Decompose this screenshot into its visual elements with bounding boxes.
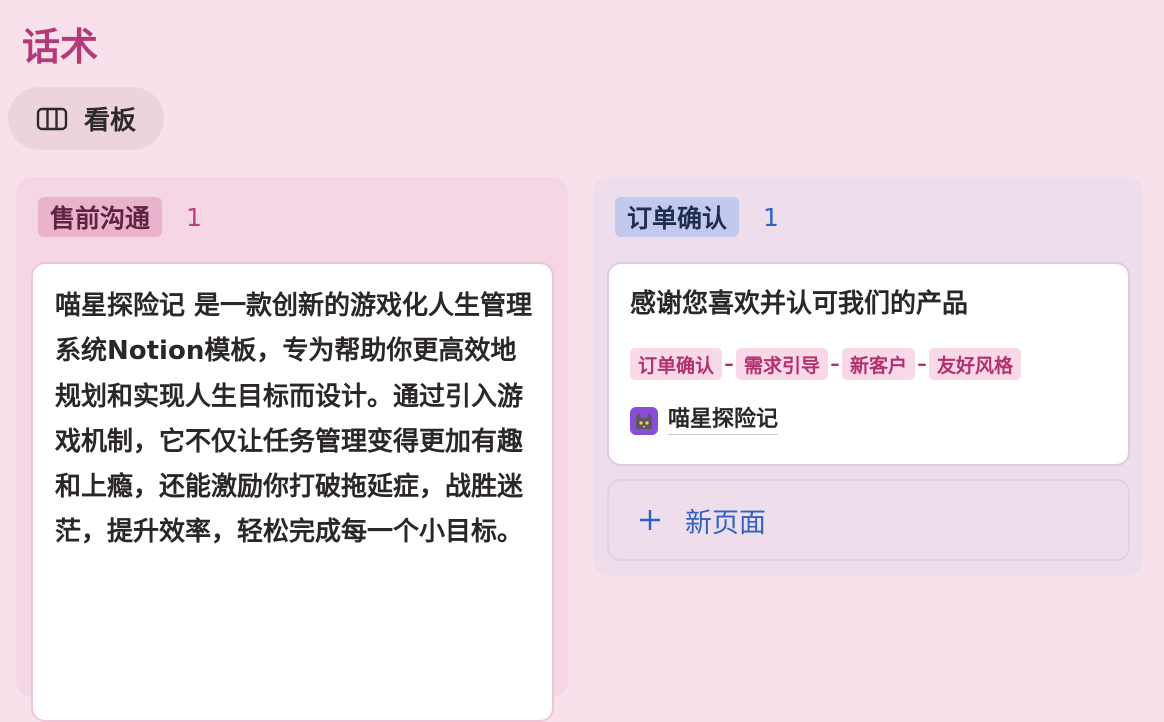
tag[interactable]: 订单确认 <box>630 348 723 380</box>
tag[interactable]: 新客户 <box>842 348 916 380</box>
tag[interactable]: 需求引导 <box>736 348 829 380</box>
column-label[interactable]: 订单确认 <box>615 197 740 237</box>
column-count: 1 <box>186 202 202 232</box>
card-title: 感谢您喜欢并认可我们的产品 <box>630 289 969 319</box>
page-title: 话术 <box>22 25 99 69</box>
board-columns-icon <box>36 106 68 132</box>
column-header: 售前沟通 1 <box>38 197 202 237</box>
tag-separator: – <box>724 353 734 375</box>
tag-separator: – <box>830 353 840 375</box>
board-column-presales: 售前沟通 1 喵星探险记 是一款创新的游戏化人生管理系统Notion模板，专为帮… <box>16 177 568 722</box>
view-tab-label: 看板 <box>84 106 137 136</box>
new-page-label: 新页面 <box>685 507 766 539</box>
board-column-order-confirm: 订单确认 1 感谢您喜欢并认可我们的产品 订单确认 – 需求引导 – 新客户 –… <box>593 177 1143 576</box>
plus-icon <box>637 507 663 533</box>
tag-separator: – <box>917 353 927 375</box>
column-count: 1 <box>763 202 779 232</box>
column-header: 订单确认 1 <box>615 197 779 237</box>
view-tab-board[interactable]: 看板 <box>8 87 164 150</box>
cat-avatar-icon <box>630 406 658 435</box>
card-tags: 订单确认 – 需求引导 – 新客户 – 友好风格 <box>630 348 1022 380</box>
column-label[interactable]: 售前沟通 <box>38 197 163 237</box>
new-page-button[interactable]: 新页面 <box>607 479 1130 561</box>
board-card[interactable]: 喵星探险记 是一款创新的游戏化人生管理系统Notion模板，专为帮助你更高效地规… <box>31 262 554 722</box>
card-owner[interactable]: 喵星探险记 <box>630 406 779 435</box>
card-text: 喵星探险记 是一款创新的游戏化人生管理系统Notion模板，专为帮助你更高效地规… <box>55 291 533 548</box>
owner-name: 喵星探险记 <box>668 406 779 435</box>
tag[interactable]: 友好风格 <box>929 348 1022 380</box>
board-card[interactable]: 感谢您喜欢并认可我们的产品 订单确认 – 需求引导 – 新客户 – 友好风格 喵… <box>607 262 1130 466</box>
